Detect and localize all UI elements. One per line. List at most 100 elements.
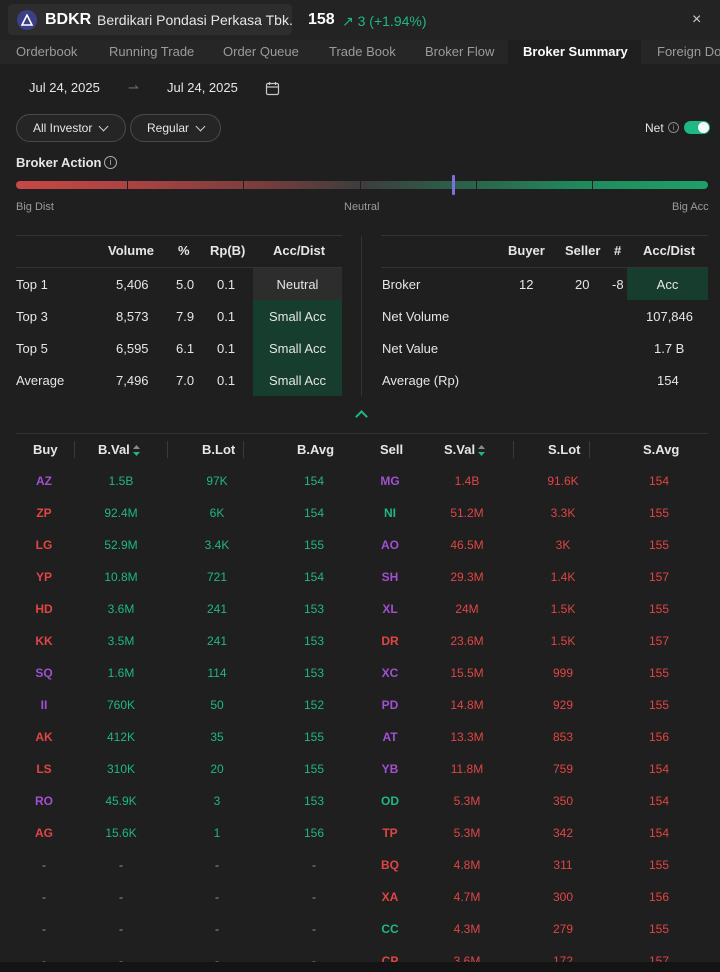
header-sval-label: S.Val bbox=[444, 442, 476, 457]
sell-avg: 154 bbox=[648, 474, 670, 488]
volume-value: 8,573 bbox=[116, 309, 149, 324]
volume-value: 5,406 bbox=[116, 277, 149, 292]
company-name: Berdikari Pondasi Perkasa Tbk. bbox=[97, 12, 293, 28]
gauge-label-big-acc: Big Acc bbox=[672, 201, 709, 213]
info-icon[interactable]: i bbox=[668, 122, 679, 133]
date-to[interactable]: Jul 24, 2025 bbox=[167, 80, 238, 95]
header-pct: % bbox=[178, 243, 190, 258]
net-toggle[interactable] bbox=[684, 121, 710, 134]
table-row[interactable]: II 760K 50 152 PD 14.8M 929 155 bbox=[0, 690, 720, 722]
sell-avg: 155 bbox=[648, 698, 670, 712]
seller-code[interactable]: XL bbox=[350, 602, 430, 616]
buy-avg: - bbox=[312, 890, 316, 904]
buy-value: 760K bbox=[106, 698, 136, 712]
sell-lot: 279 bbox=[552, 922, 574, 936]
buyer-code[interactable]: AK bbox=[4, 730, 84, 744]
seller-code[interactable]: SH bbox=[350, 570, 430, 584]
table-row[interactable]: ZP 92.4M 6K 154 NI 51.2M 3.3K 155 bbox=[0, 498, 720, 530]
seller-code[interactable]: AO bbox=[350, 538, 430, 552]
table-row[interactable]: LS 310K 20 155 YB 11.8M 759 154 bbox=[0, 754, 720, 786]
table-row[interactable]: - - - - CC 4.3M 279 155 bbox=[0, 914, 720, 946]
table-row[interactable]: - - - - BQ 4.8M 311 155 bbox=[0, 850, 720, 882]
buyer-code[interactable]: AZ bbox=[4, 474, 84, 488]
calendar-icon[interactable] bbox=[265, 81, 280, 99]
seller-code[interactable]: OD bbox=[350, 794, 430, 808]
table-row[interactable]: KK 3.5M 241 153 DR 23.6M 1.5K 157 bbox=[0, 626, 720, 658]
tab-order-queue[interactable]: Order Queue bbox=[223, 44, 299, 59]
gauge-marker bbox=[452, 175, 455, 195]
buy-avg: 155 bbox=[303, 730, 325, 744]
tab-broker-flow[interactable]: Broker Flow bbox=[425, 44, 494, 59]
seller-code[interactable]: AT bbox=[350, 730, 430, 744]
sell-avg: 157 bbox=[648, 570, 670, 584]
buyer-count: 12 bbox=[519, 277, 534, 292]
tab-running-trade[interactable]: Running Trade bbox=[109, 44, 194, 59]
sell-value: 51.2M bbox=[450, 506, 484, 520]
table-row[interactable]: YP 10.8M 721 154 SH 29.3M 1.4K 157 bbox=[0, 562, 720, 594]
seller-code[interactable]: CC bbox=[350, 922, 430, 936]
buyer-code[interactable]: LS bbox=[4, 762, 84, 776]
sell-avg: 155 bbox=[648, 666, 670, 680]
table-row[interactable]: RO 45.9K 3 153 OD 5.3M 350 154 bbox=[0, 786, 720, 818]
table-row[interactable]: AZ 1.5B 97K 154 MG 1.4B 91.6K 154 bbox=[0, 466, 720, 498]
buyer-code[interactable]: LG bbox=[4, 538, 84, 552]
net-value-label: Net Value bbox=[382, 341, 439, 356]
seller-code[interactable]: TP bbox=[350, 826, 430, 840]
row-label: Top 5 bbox=[16, 341, 48, 356]
buy-value: 52.9M bbox=[104, 538, 138, 552]
rp-value: 0.1 bbox=[217, 341, 236, 356]
seller-code[interactable]: XC bbox=[350, 666, 430, 680]
seller-code[interactable]: NI bbox=[350, 506, 430, 520]
tab-trade-book[interactable]: Trade Book bbox=[329, 44, 396, 59]
header-bavg: B.Avg bbox=[297, 442, 335, 457]
info-icon[interactable]: i bbox=[104, 156, 117, 169]
header-sval[interactable]: S.Val bbox=[444, 442, 486, 457]
tab-orderbook[interactable]: Orderbook bbox=[16, 44, 77, 59]
market-filter-dropdown[interactable]: Regular bbox=[130, 114, 221, 142]
seller-code[interactable]: BQ bbox=[350, 858, 430, 872]
gauge-label-big-dist: Big Dist bbox=[16, 201, 54, 213]
date-from[interactable]: Jul 24, 2025 bbox=[29, 80, 100, 95]
header-buyer: Buyer bbox=[508, 243, 545, 258]
table-row[interactable]: SQ 1.6M 114 153 XC 15.5M 999 155 bbox=[0, 658, 720, 690]
header-rp: Rp(B) bbox=[210, 243, 246, 258]
tab-broker-summary[interactable]: Broker Summary bbox=[523, 44, 628, 59]
header-bval[interactable]: B.Val bbox=[98, 442, 140, 457]
buyer-code[interactable]: SQ bbox=[4, 666, 84, 680]
buyer-code[interactable]: HD bbox=[4, 602, 84, 616]
sell-avg: 156 bbox=[648, 890, 670, 904]
buyer-code[interactable]: RO bbox=[4, 794, 84, 808]
seller-code[interactable]: DR bbox=[350, 634, 430, 648]
seller-code[interactable]: MG bbox=[350, 474, 430, 488]
buyer-code[interactable]: KK bbox=[4, 634, 84, 648]
sell-value: 14.8M bbox=[450, 698, 484, 712]
buy-value: 10.8M bbox=[104, 570, 138, 584]
sell-value: 46.5M bbox=[450, 538, 484, 552]
buyer-code[interactable]: ZP bbox=[4, 506, 84, 520]
buy-value: 15.6K bbox=[105, 826, 137, 840]
seller-code[interactable]: PD bbox=[350, 698, 430, 712]
buy-lot: 35 bbox=[210, 730, 224, 744]
buy-avg: 153 bbox=[303, 602, 325, 616]
sell-lot: 311 bbox=[553, 858, 573, 872]
sell-lot: 1.4K bbox=[550, 570, 576, 584]
seller-code[interactable]: YB bbox=[350, 762, 430, 776]
buyer-code[interactable]: YP bbox=[4, 570, 84, 584]
table-row[interactable]: AK 412K 35 155 AT 13.3M 853 156 bbox=[0, 722, 720, 754]
buyer-code[interactable]: II bbox=[4, 698, 84, 712]
pct-value: 7.0 bbox=[176, 373, 195, 388]
buyer-code[interactable]: AG bbox=[4, 826, 84, 840]
table-row[interactable]: LG 52.9M 3.4K 155 AO 46.5M 3K 155 bbox=[0, 530, 720, 562]
sell-value: 4.7M bbox=[453, 890, 481, 904]
table-row[interactable]: - - - - XA 4.7M 300 156 bbox=[0, 882, 720, 914]
buy-lot: 6K bbox=[209, 506, 225, 520]
header-bval-label: B.Val bbox=[98, 442, 130, 457]
seller-code[interactable]: XA bbox=[350, 890, 430, 904]
table-row[interactable]: HD 3.6M 241 153 XL 24M 1.5K 155 bbox=[0, 594, 720, 626]
sell-value: 13.3M bbox=[450, 730, 484, 744]
close-button[interactable]: × bbox=[692, 11, 701, 29]
table-row[interactable]: AG 15.6K 1 156 TP 5.3M 342 154 bbox=[0, 818, 720, 850]
tab-foreign-domestic[interactable]: Foreign Do bbox=[657, 44, 720, 59]
investor-filter-dropdown[interactable]: All Investor bbox=[16, 114, 126, 142]
chevron-up-icon[interactable] bbox=[355, 410, 368, 423]
